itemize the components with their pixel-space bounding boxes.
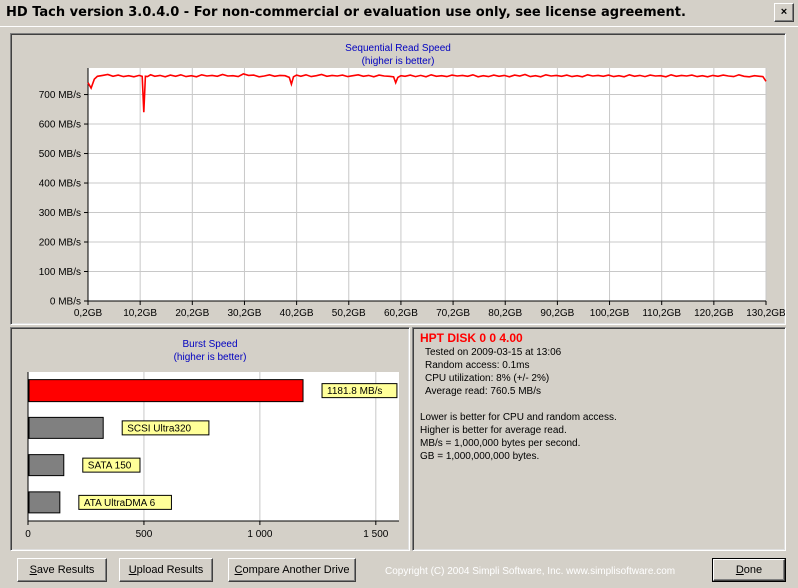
x-tick-label: 0,2GB (74, 308, 103, 319)
x-tick-label: 30,2GB (228, 308, 262, 319)
cpu-utilization: CPU utilization: 8% (+/- 2%) (425, 373, 550, 384)
note-line: GB = 1,000,000,000 bytes. (420, 451, 540, 462)
results-panel: HPT DISK 0 0 4.00 Tested on 2009-03-15 a… (412, 327, 786, 551)
y-tick-label: 400 MB/s (39, 179, 81, 190)
bar-label: SCSI Ultra320 (127, 423, 191, 434)
random-access: Random access: 0.1ms (425, 360, 530, 371)
title-bar: HD Tach version 3.0.4.0 - For non-commer… (0, 0, 798, 27)
x-tick-label: 120,2GB (694, 308, 734, 319)
burst-bar (28, 379, 304, 403)
y-tick-label: 700 MB/s (39, 90, 81, 101)
x-tick-label: 70,2GB (436, 308, 470, 319)
y-tick-label: 200 MB/s (39, 238, 81, 249)
y-tick-label: 500 MB/s (39, 149, 81, 160)
window-title: HD Tach version 3.0.4.0 - For non-commer… (6, 5, 686, 20)
drive-name: HPT DISK 0 0 4.00 (420, 331, 523, 345)
save-label: ave Results (36, 564, 95, 576)
note-line: MB/s = 1,000,000 bytes per second. (420, 438, 581, 449)
upload-accelerator: U (128, 564, 137, 576)
x-tick-label: 110,2GB (642, 308, 681, 319)
x-tick-label: 500 (136, 529, 153, 540)
upload-results-button[interactable]: Upload Results (119, 558, 213, 582)
copyright-text: Copyright (C) 2004 Simpli Software, Inc.… (385, 566, 676, 577)
x-tick-label: 100,2GB (590, 308, 630, 319)
plot-area (88, 68, 766, 301)
done-label: one (743, 564, 763, 576)
save-accelerator: S (29, 564, 37, 576)
x-tick-label: 40,2GB (280, 308, 314, 319)
burst-speed-chart: 0 500 1 000 1 500 1181.8 MB/s SCSI Ultra320 SA… (25, 372, 399, 540)
y-tick-label: 600 MB/s (39, 120, 81, 131)
x-tick-label: 20,2GB (175, 308, 209, 319)
bar-label: 1181.8 MB/s (327, 386, 382, 397)
average-read: Average read: 760.5 MB/s (425, 386, 541, 397)
y-tick-label: 0 MB/s (50, 297, 81, 308)
tested-on: Tested on 2009-03-15 at 13:06 (425, 347, 562, 358)
x-tick-label: 50,2GB (332, 308, 366, 319)
bar-label: ATA UltraDMA 6 (84, 498, 156, 509)
burst-speed-panel: Burst Speed (higher is better) 0 500 1 000… (10, 327, 410, 551)
x-tick-label: 60,2GB (384, 308, 418, 319)
save-results-button[interactable]: Save Results (17, 558, 107, 582)
x-tick-label: 80,2GB (488, 308, 522, 319)
y-tick-label: 300 MB/s (39, 208, 81, 219)
close-button[interactable]: × (774, 3, 794, 22)
burst-bar (28, 454, 65, 477)
note-line: Higher is better for average read. (420, 425, 567, 436)
burst-bar (28, 416, 104, 439)
note-line: Lower is better for CPU and random acces… (420, 412, 617, 423)
sequential-read-panel: Sequential Read Speed (higher is better)… (10, 33, 786, 325)
x-tick-label: 0 (25, 529, 31, 540)
x-tick-label: 90,2GB (540, 308, 574, 319)
y-tick-label: 100 MB/s (39, 267, 81, 278)
bar-label: SATA 150 (88, 461, 132, 472)
done-button[interactable]: Done (712, 558, 786, 582)
compare-another-drive-button[interactable]: Compare Another Drive (228, 558, 356, 582)
sequential-read-chart: 0,2GB 10,2GB 20,2GB 30,2GB 40,2GB 50,2GB 60,2G… (39, 68, 785, 319)
done-accelerator: D (735, 564, 744, 576)
x-tick-label: 130,2GB (746, 308, 785, 319)
x-tick-label: 1 000 (247, 529, 272, 540)
compare-label: ompare Another Drive (242, 564, 350, 576)
x-tick-label: 1 500 (363, 529, 388, 540)
burst-bar (28, 491, 61, 514)
upload-label: pload Results (136, 564, 204, 576)
x-tick-label: 10,2GB (123, 308, 157, 319)
